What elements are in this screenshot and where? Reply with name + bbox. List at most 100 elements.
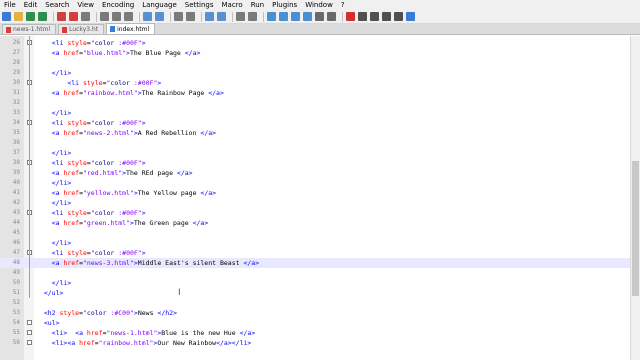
save-all-icon[interactable] [38,12,47,21]
doc-map-icon[interactable] [315,12,324,21]
code-line[interactable]: 54 <ul> [0,318,630,328]
save-macro-icon[interactable] [394,12,403,21]
menu-item-settings[interactable]: Settings [181,0,218,10]
code-line[interactable]: 53 <h2 style="color :#C00">News </h2> [0,308,630,318]
stop-macro-icon[interactable] [358,12,367,21]
fold-toggle-icon[interactable] [27,340,32,345]
undo-icon[interactable] [143,12,152,21]
save-icon[interactable] [26,12,35,21]
code-line[interactable]: 38 <li style="color :#00F"> [0,158,630,168]
sync-h-icon[interactable] [248,12,257,21]
line-number: 42 [12,199,20,206]
code-line[interactable]: 29 </li> [0,68,630,78]
menu-item-window[interactable]: Window [301,0,337,10]
line-number: 51 [12,289,20,296]
menu-item-search[interactable]: Search [41,0,73,10]
scrollbar-thumb[interactable] [632,161,639,296]
fold-toggle-icon[interactable] [27,320,32,325]
menu-item-encoding[interactable]: Encoding [98,0,138,10]
open-file-icon[interactable] [14,12,23,21]
menu-item-run[interactable]: Run [247,0,268,10]
udl-icon[interactable] [303,12,312,21]
play-macro-icon[interactable] [370,12,379,21]
menu-item-file[interactable]: File [0,0,20,10]
code-line[interactable]: 49 [0,268,630,278]
code-line[interactable]: 40 </li> [0,178,630,188]
code-line[interactable]: 36 [0,138,630,148]
code-line[interactable]: 32 [0,98,630,108]
code-line[interactable]: 42 </li> [0,198,630,208]
code-line[interactable]: 26 <li style="color :#00F"> [0,38,630,48]
code-line[interactable]: 44 <a href="green.html">The Green page <… [0,218,630,228]
code-line[interactable]: 43 <li style="color :#00F"> [0,208,630,218]
copy-icon[interactable] [112,12,121,21]
tab-index-html[interactable]: index.html [106,23,156,34]
run-multi-macro-icon[interactable] [382,12,391,21]
code-line[interactable]: 48 <a href="news-3.html">Middle East's s… [0,258,630,268]
cut-icon[interactable] [100,12,109,21]
tab-lucky3-ht[interactable]: Lucky3.ht [58,24,105,34]
code-line[interactable]: 56 <li><a href="rainbow.html">Our New Ra… [0,338,630,348]
code-line[interactable]: 50 </li> [0,278,630,288]
wrap-icon[interactable] [267,12,276,21]
spellcheck-icon[interactable] [406,12,415,21]
toolbar-separator [96,11,97,22]
code-text: <li><a href="rainbow.html">Our New Rainb… [51,339,252,347]
menu-item-view[interactable]: View [73,0,98,10]
code-text: <li style="color :#00F"> [51,249,146,257]
code-line[interactable]: 39 <a href="red.html">The REd page </a> [0,168,630,178]
indent-guide-icon[interactable] [291,12,300,21]
sync-v-icon[interactable] [236,12,245,21]
replace-icon[interactable] [186,12,195,21]
menu-item-[interactable]: ? [337,0,349,10]
code-line[interactable]: 28 [0,58,630,68]
line-number: 38 [12,159,20,166]
paste-icon[interactable] [124,12,133,21]
close-all-icon[interactable] [69,12,78,21]
new-file-icon[interactable] [2,12,11,21]
menu-item-macro[interactable]: Macro [218,0,247,10]
redo-icon[interactable] [155,12,164,21]
code-text: </li> [51,179,72,187]
zoom-out-icon[interactable] [217,12,226,21]
line-number: 50 [12,279,20,286]
code-line[interactable]: 30 <li style="color :#00F"> [0,78,630,88]
code-line[interactable]: 41 <a href="yellow.html">The Yellow page… [0,188,630,198]
print-icon[interactable] [81,12,90,21]
code-text: <a href="blue.html">The Blue Page </a> [51,49,201,57]
code-text: <li style="color :#00F"> [51,159,146,167]
code-line[interactable]: 34 <li style="color :#00F"> [0,118,630,128]
line-number: 35 [12,129,20,136]
code-line[interactable]: 27 <a href="blue.html">The Blue Page </a… [0,48,630,58]
menu-item-language[interactable]: Language [138,0,181,10]
find-icon[interactable] [174,12,183,21]
tab-news-1-html[interactable]: news-1.html [2,24,57,34]
vertical-scrollbar[interactable] [630,36,640,360]
code-text: <a href="rainbow.html">The Rainbow Page … [51,89,224,97]
code-line[interactable]: 35 <a href="news-2.html">A Red Rebellion… [0,128,630,138]
code-line[interactable]: 47 <li style="color :#00F"> [0,248,630,258]
menu-item-edit[interactable]: Edit [20,0,42,10]
fold-toggle-icon[interactable] [27,330,32,335]
code-line[interactable]: 37 </li> [0,148,630,158]
line-number: 55 [12,329,20,336]
code-editor[interactable]: 26 <li style="color :#00F"> 27 <a href="b… [0,36,630,360]
all-chars-icon[interactable] [279,12,288,21]
code-line[interactable]: 45 [0,228,630,238]
code-line[interactable]: 51 </ul> [0,288,630,298]
mouse-cursor-icon: I [178,288,181,298]
code-line[interactable]: 55 <li> <a href="news-1.html">Blue is th… [0,328,630,338]
code-line[interactable]: 31 <a href="rainbow.html">The Rainbow Pa… [0,88,630,98]
record-macro-icon[interactable] [346,12,355,21]
zoom-in-icon[interactable] [205,12,214,21]
line-number: 45 [12,229,20,236]
function-list-icon[interactable] [327,12,336,21]
code-text: </li> [51,239,72,247]
code-line[interactable]: 52 [0,298,630,308]
code-line[interactable]: 46 </li> [0,238,630,248]
tab-label: index.html [117,25,150,33]
line-number: 29 [12,69,20,76]
menu-item-plugins[interactable]: Plugins [268,0,301,10]
close-icon[interactable] [57,12,66,21]
code-line[interactable]: 33 </li> [0,108,630,118]
